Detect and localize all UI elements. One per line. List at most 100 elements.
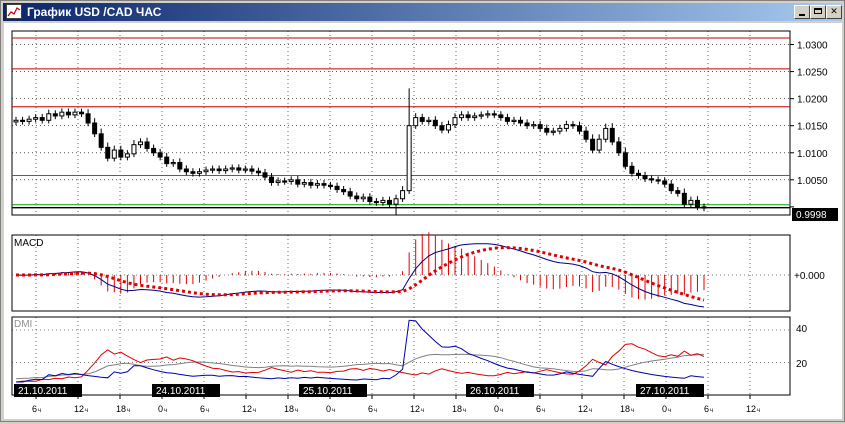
candle-body	[577, 125, 583, 132]
dmi-tick-20: 20	[796, 359, 808, 370]
candle-body	[328, 184, 334, 187]
candle-body	[288, 179, 294, 182]
chart-window: График USD /CAD ЧАС ✕ 1.0300 1.0250 1.0200…	[0, 0, 845, 422]
candle-body	[445, 124, 451, 131]
candle-body	[655, 179, 661, 182]
close-icon: ✕	[830, 7, 838, 17]
candle-body	[373, 200, 379, 204]
candle-body	[341, 189, 347, 193]
candle-body	[137, 141, 143, 146]
close-button[interactable]: ✕	[826, 5, 842, 19]
candle-body	[649, 178, 655, 181]
candle-body	[151, 147, 157, 154]
candle-body	[694, 199, 700, 208]
hour-label: 12ч	[74, 404, 88, 414]
maximize-button[interactable]	[810, 5, 826, 19]
candle-body	[603, 127, 609, 140]
candle-body	[563, 124, 569, 129]
hour-unit: ч	[710, 408, 713, 414]
candle-body	[170, 162, 176, 165]
candle-body	[609, 127, 615, 143]
candle-body	[275, 180, 281, 184]
candle-body	[386, 199, 392, 205]
candle-body	[668, 183, 674, 192]
candle-body	[190, 171, 196, 174]
candle-body	[39, 117, 45, 121]
candle-body	[367, 196, 373, 202]
hour-label: 12ч	[578, 404, 592, 414]
candle-body	[354, 195, 360, 200]
hour-label: 0ч	[158, 404, 167, 414]
candle-body	[439, 125, 445, 131]
candle-body	[426, 119, 432, 122]
candle-body	[321, 183, 327, 186]
current-price-label: 0.9998	[796, 210, 827, 221]
candle-body	[210, 168, 216, 171]
hour-label: 6ч	[32, 404, 41, 414]
hour-unit: ч	[500, 408, 503, 414]
hour-unit: ч	[295, 408, 298, 414]
hour-label: 6ч	[704, 404, 713, 414]
candle-body	[629, 165, 635, 174]
minimize-button[interactable]	[794, 5, 810, 19]
chart-canvas: 1.0300 1.0250 1.0200 1.0150 1.0100 1.0050 0.9…	[11, 30, 838, 414]
hour-unit: ч	[85, 408, 88, 414]
hour-label: 12ч	[242, 404, 256, 414]
candle-body	[216, 168, 222, 172]
hour-unit: ч	[332, 408, 335, 414]
candle-body	[570, 124, 576, 127]
hour-unit: ч	[127, 408, 130, 414]
candle-body	[111, 149, 117, 159]
date-label: 26.10.2011	[470, 386, 520, 397]
hour-label: 18ч	[116, 404, 130, 414]
price-panel: 1.0300 1.0250 1.0200 1.0150 1.0100 1.0050 0.9…	[11, 30, 838, 221]
title-bar[interactable]: График USD /CAD ЧАС ✕	[3, 3, 842, 21]
candle-body	[452, 117, 458, 126]
hour-unit: ч	[164, 408, 167, 414]
hour-unit: ч	[757, 408, 760, 414]
candle-body	[92, 122, 98, 135]
candle-body	[557, 127, 563, 132]
candle-body	[33, 117, 39, 120]
hour-label: 0ч	[662, 404, 671, 414]
price-tick-label: 1.0200	[797, 95, 828, 106]
candle-body	[13, 119, 19, 123]
candle-body	[85, 113, 91, 124]
candle-body	[229, 167, 235, 170]
dmi-label: DMI	[14, 319, 32, 330]
candle-body	[26, 118, 32, 122]
candle-body	[701, 206, 707, 209]
chart-area[interactable]: 1.0300 1.0250 1.0200 1.0150 1.0100 1.0050 0.9…	[4, 23, 842, 419]
candle-body	[72, 111, 78, 116]
candle-body	[485, 113, 491, 116]
hour-unit: ч	[668, 408, 671, 414]
hour-label: 6ч	[200, 404, 209, 414]
hour-label: 6ч	[536, 404, 545, 414]
minimize-icon	[799, 14, 805, 16]
candle-body	[681, 192, 687, 205]
candle-body	[642, 174, 648, 180]
candle-body	[472, 115, 478, 119]
candle-body	[419, 117, 425, 122]
candle-body	[118, 149, 124, 158]
candle-body	[105, 146, 111, 159]
candle-body	[432, 119, 438, 127]
hour-unit: ч	[421, 408, 424, 414]
candle-body	[223, 168, 229, 172]
hour-unit: ч	[631, 408, 634, 414]
hour-unit: ч	[38, 408, 41, 414]
date-label: 21.10.2011	[18, 386, 68, 397]
hour-unit: ч	[542, 408, 545, 414]
window-title: График USD /CAD ЧАС	[27, 5, 162, 19]
hour-label: 18ч	[284, 404, 298, 414]
hour-label: 0ч	[494, 404, 503, 414]
candle-body	[590, 138, 596, 151]
date-label: 27.10.2011	[640, 386, 690, 397]
candle-body	[242, 168, 248, 171]
hour-unit: ч	[463, 408, 466, 414]
candle-body	[177, 162, 183, 170]
hour-label: 12ч	[410, 404, 424, 414]
date-label: 24.10.2011	[156, 386, 206, 397]
candle-body	[478, 114, 484, 117]
candle-body	[360, 196, 366, 200]
